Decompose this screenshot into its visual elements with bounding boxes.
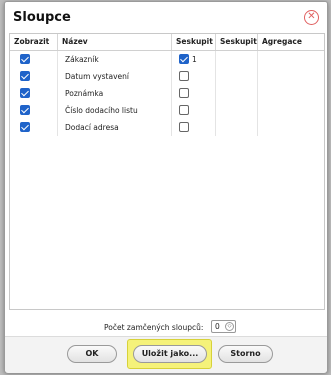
column-divider [215,102,216,119]
header-aggregation[interactable]: Agregace [258,34,324,50]
column-divider [171,68,172,85]
group-checkbox[interactable] [179,105,189,115]
column-divider [57,102,58,119]
header-name[interactable]: Název [58,34,172,50]
locked-columns-label: Počet zamčených sloupců: [104,323,204,332]
show-checkbox[interactable] [20,71,30,81]
show-checkbox[interactable] [20,105,30,115]
column-divider [57,68,58,85]
group-checkbox[interactable] [179,71,189,81]
column-name: Datum vystavení [65,72,129,81]
column-divider [57,119,58,136]
column-divider [215,68,216,85]
columns-table: Zobrazit Název Seskupit Seskupit p Agreg… [9,33,325,310]
table-header: Zobrazit Název Seskupit Seskupit p Agreg… [10,34,324,51]
column-name: Poznámka [65,89,104,98]
show-checkbox[interactable] [20,88,30,98]
show-checkbox[interactable] [20,54,30,64]
group-checkbox[interactable] [179,122,189,132]
ok-button[interactable]: OK [67,345,117,363]
header-group-order[interactable]: Seskupit p [216,34,258,50]
columns-dialog: Sloupce ✕ Zobrazit Název Seskupit Seskup… [4,1,328,373]
table-row[interactable]: Dodací adresa [10,119,324,136]
column-divider [171,85,172,102]
table-row[interactable]: Číslo dodacího listu [10,102,324,119]
column-divider [215,85,216,102]
column-divider [215,51,216,68]
save-as-button[interactable]: Uložit jako... [133,345,207,363]
column-divider [257,119,258,136]
column-divider [171,51,172,68]
column-name: Zákazník [65,55,99,64]
column-divider [257,102,258,119]
column-divider [57,51,58,68]
close-icon[interactable]: ✕ [304,10,319,25]
spinner-icon[interactable]: ◇ [225,322,234,331]
column-name: Dodací adresa [65,123,119,132]
table-row[interactable]: Datum vystavení [10,68,324,85]
column-divider [257,51,258,68]
locked-columns-value: 0 [215,322,220,331]
column-divider [171,102,172,119]
column-divider [257,68,258,85]
column-divider [171,119,172,136]
column-divider [57,85,58,102]
dialog-title: Sloupce [13,10,71,25]
group-order: 1 [192,55,197,64]
column-name: Číslo dodacího listu [65,106,138,115]
group-checkbox[interactable] [179,88,189,98]
table-row[interactable]: Poznámka [10,85,324,102]
show-checkbox[interactable] [20,122,30,132]
header-group[interactable]: Seskupit [172,34,216,50]
column-divider [257,85,258,102]
locked-columns-stepper[interactable]: 0 ◇ [211,320,236,333]
group-checkbox[interactable] [179,54,189,64]
header-show[interactable]: Zobrazit [10,34,58,50]
column-divider [215,119,216,136]
cancel-button[interactable]: Storno [218,345,273,363]
table-row[interactable]: Zákazník 1 [10,51,324,68]
